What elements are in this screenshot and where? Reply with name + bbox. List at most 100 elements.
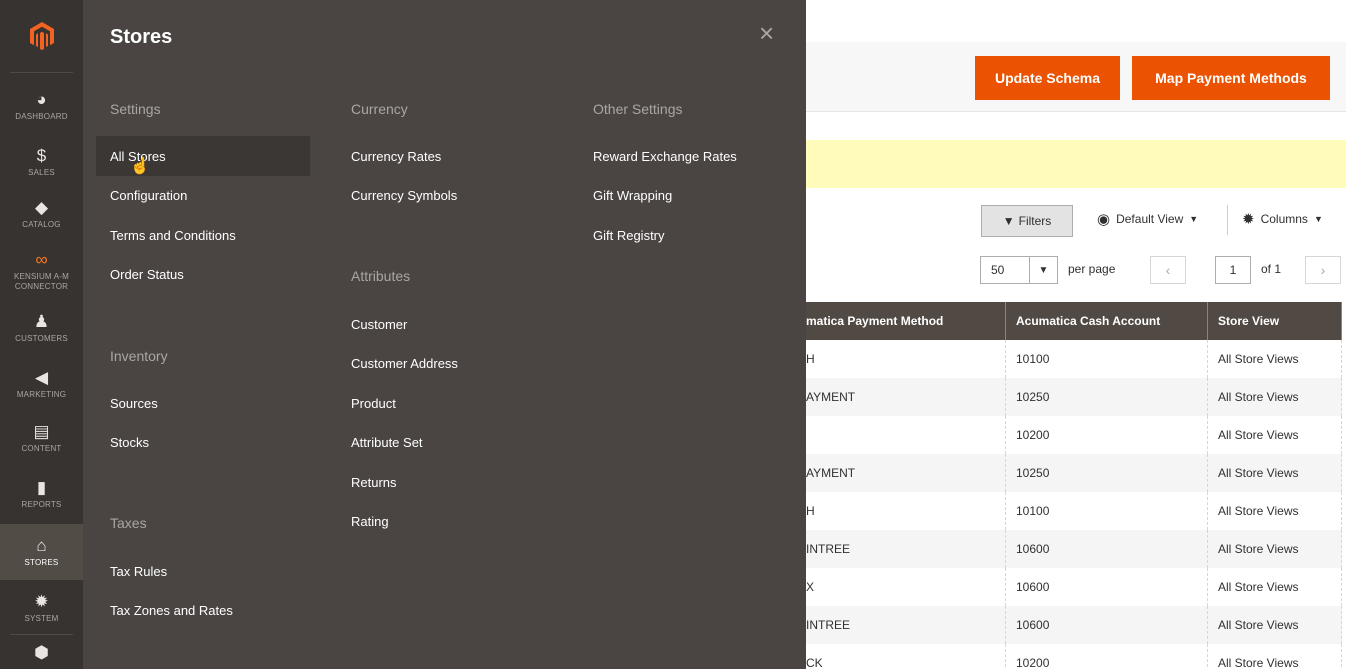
- cell-payment-method: H: [806, 492, 1006, 530]
- link-attr-customer[interactable]: Customer: [351, 304, 407, 344]
- logo-divider: [10, 72, 73, 73]
- cube-icon: ◆: [34, 198, 49, 217]
- table-row[interactable]: H 10100 All Store Views: [806, 340, 1342, 378]
- nav-system[interactable]: ✹ SYSTEM: [0, 580, 83, 636]
- cell-cash-account: 10100: [1006, 492, 1208, 530]
- link-stocks[interactable]: Stocks: [110, 422, 149, 462]
- default-view-dropdown[interactable]: ◉ Default View ▼: [1097, 210, 1198, 228]
- cell-payment-method: H: [806, 340, 1006, 378]
- columns-dropdown[interactable]: ✹ Columns ▼: [1242, 210, 1323, 228]
- caret-down-icon: ▼: [1189, 214, 1199, 224]
- caret-down-icon: ▼: [1313, 214, 1323, 224]
- link-gift-wrapping[interactable]: Gift Wrapping: [593, 175, 672, 215]
- col-header-cash-account[interactable]: Acumatica Cash Account: [1006, 302, 1208, 340]
- table-row[interactable]: AYMENT 10250 All Store Views: [806, 454, 1342, 492]
- gear-icon: ✹: [1242, 211, 1255, 228]
- table-row[interactable]: 10200 All Store Views: [806, 416, 1342, 454]
- default-view-label: Default View: [1116, 212, 1184, 226]
- section-attributes-heading: Attributes: [351, 268, 411, 284]
- cell-store-view: All Store Views: [1208, 340, 1342, 378]
- table-row[interactable]: AYMENT 10250 All Store Views: [806, 378, 1342, 416]
- store-icon: ⌂: [36, 536, 47, 555]
- link-attr-product[interactable]: Product: [351, 383, 396, 423]
- nav-reports[interactable]: ▮ REPORTS: [0, 466, 83, 522]
- map-payment-methods-button[interactable]: Map Payment Methods: [1132, 56, 1330, 100]
- link-attribute-set[interactable]: Attribute Set: [351, 422, 423, 462]
- nav-partners[interactable]: ⬢: [0, 636, 83, 669]
- link-returns[interactable]: Returns: [351, 462, 397, 502]
- filters-button[interactable]: ▼ Filters: [981, 205, 1073, 237]
- nav-dashboard[interactable]: ◕ DASHBOARD: [0, 78, 83, 134]
- cell-cash-account: 10600: [1006, 568, 1208, 606]
- next-page-button[interactable]: ›: [1305, 256, 1341, 284]
- cell-payment-method: CK: [806, 644, 1006, 669]
- cell-store-view: All Store Views: [1208, 454, 1342, 492]
- per-page-select[interactable]: 50 ▼: [980, 256, 1058, 284]
- table-row[interactable]: INTREE 10600 All Store Views: [806, 606, 1342, 644]
- cell-cash-account: 10200: [1006, 416, 1208, 454]
- link-currency-rates[interactable]: Currency Rates: [351, 136, 441, 176]
- page-number-input[interactable]: 1: [1215, 256, 1251, 284]
- filters-label: Filters: [1018, 214, 1052, 228]
- nav-kensium-connector[interactable]: ∞ KENSIUM A-M CONNECTOR: [0, 242, 83, 300]
- dashboard-icon: ◕: [36, 90, 47, 109]
- nav-catalog[interactable]: ◆ CATALOG: [0, 186, 83, 242]
- nav-sales[interactable]: $ SALES: [0, 134, 83, 190]
- link-tax-zones-and-rates[interactable]: Tax Zones and Rates: [110, 590, 233, 630]
- nav-label: KENSIUM A-M CONNECTOR: [13, 272, 70, 291]
- stores-flyout-menu: Stores × Settings All Stores Configurati…: [83, 0, 806, 669]
- link-tax-rules[interactable]: Tax Rules: [110, 551, 167, 591]
- per-page-value: 50: [991, 263, 1005, 277]
- flyout-title: Stores: [110, 26, 173, 48]
- cell-cash-account: 10600: [1006, 530, 1208, 568]
- nav-label: MARKETING: [16, 390, 67, 399]
- link-attr-customer-address[interactable]: Customer Address: [351, 343, 458, 383]
- cell-store-view: All Store Views: [1208, 378, 1342, 416]
- link-rating[interactable]: Rating: [351, 501, 389, 541]
- connector-icon: ∞: [35, 250, 48, 269]
- link-configuration[interactable]: Configuration: [110, 175, 187, 215]
- nav-marketing[interactable]: ◀ MARKETING: [0, 356, 83, 412]
- section-inventory-heading: Inventory: [110, 348, 168, 364]
- nav-content[interactable]: ▤ CONTENT: [0, 410, 83, 466]
- table-row[interactable]: INTREE 10600 All Store Views: [806, 530, 1342, 568]
- sidebar-divider: [10, 634, 73, 635]
- funnel-icon: ▼: [1002, 214, 1015, 228]
- link-order-status[interactable]: Order Status: [110, 254, 184, 294]
- magento-logo[interactable]: [0, 0, 83, 72]
- hand-cursor-icon: ☝: [130, 158, 150, 175]
- col-header-payment-method[interactable]: matica Payment Method: [806, 302, 1006, 340]
- table-row[interactable]: X 10600 All Store Views: [806, 568, 1342, 606]
- link-reward-exchange-rates[interactable]: Reward Exchange Rates: [593, 136, 737, 176]
- section-settings-heading: Settings: [110, 101, 161, 117]
- close-icon[interactable]: ×: [759, 20, 774, 46]
- nav-customers[interactable]: ♟ CUSTOMERS: [0, 300, 83, 356]
- nav-label: SALES: [28, 168, 55, 177]
- link-terms-and-conditions[interactable]: Terms and Conditions: [110, 215, 236, 255]
- cell-cash-account: 10250: [1006, 378, 1208, 416]
- col-header-store-view[interactable]: Store View: [1208, 302, 1342, 340]
- per-page-label: per page: [1068, 262, 1116, 276]
- bar-chart-icon: ▮: [36, 478, 47, 497]
- cell-payment-method: INTREE: [806, 530, 1006, 568]
- cell-cash-account: 10600: [1006, 606, 1208, 644]
- update-schema-button[interactable]: Update Schema: [975, 56, 1120, 100]
- table-row[interactable]: H 10100 All Store Views: [806, 492, 1342, 530]
- notice-message-bar: [806, 140, 1346, 188]
- prev-page-button[interactable]: ‹: [1150, 256, 1186, 284]
- link-sources[interactable]: Sources: [110, 383, 158, 423]
- nav-label: DASHBOARD: [15, 112, 68, 121]
- eye-icon: ◉: [1097, 211, 1111, 228]
- grid-header-row: matica Payment Method Acumatica Cash Acc…: [806, 302, 1342, 340]
- link-currency-symbols[interactable]: Currency Symbols: [351, 175, 457, 215]
- link-all-stores[interactable]: All Stores: [96, 136, 310, 176]
- nav-stores[interactable]: ⌂ STORES: [0, 524, 83, 580]
- section-currency-heading: Currency: [351, 101, 408, 117]
- caret-down-icon[interactable]: ▼: [1029, 257, 1057, 283]
- link-gift-registry[interactable]: Gift Registry: [593, 215, 665, 255]
- nav-label: SYSTEM: [24, 614, 59, 623]
- cell-payment-method: X: [806, 568, 1006, 606]
- cell-payment-method: INTREE: [806, 606, 1006, 644]
- nav-label: STORES: [24, 558, 59, 567]
- table-row[interactable]: CK 10200 All Store Views: [806, 644, 1342, 669]
